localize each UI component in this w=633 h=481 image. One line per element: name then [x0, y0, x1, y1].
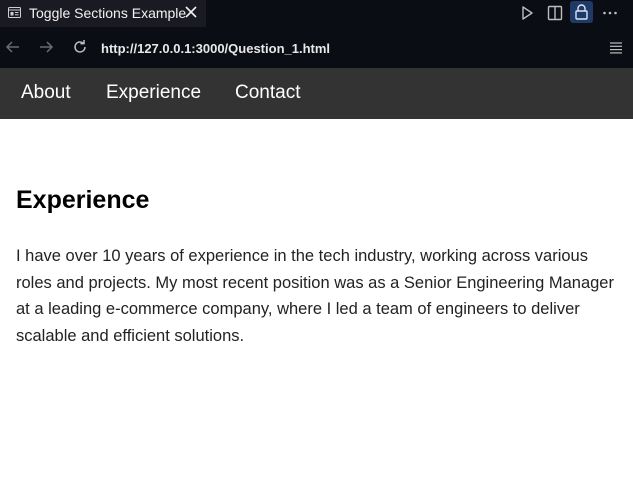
reload-icon[interactable]: [71, 38, 89, 56]
menu-icon[interactable]: [609, 41, 623, 55]
nav-link-about[interactable]: About: [21, 68, 71, 118]
split-view-icon[interactable]: [546, 4, 564, 22]
nav-link-experience[interactable]: Experience: [106, 68, 201, 118]
more-icon[interactable]: [601, 4, 619, 22]
tab-title: Toggle Sections Example: [29, 5, 187, 21]
section-title: Experience: [16, 186, 150, 214]
address-bar: http://127.0.0.1:3000/Question_1.html: [0, 27, 633, 68]
lock-icon: [575, 4, 588, 20]
lock-button[interactable]: [570, 1, 593, 23]
url-field[interactable]: http://127.0.0.1:3000/Question_1.html: [101, 27, 330, 71]
close-icon[interactable]: [184, 5, 198, 19]
back-arrow-icon[interactable]: [4, 38, 22, 56]
forward-arrow-icon[interactable]: [37, 38, 55, 56]
site-nav: About Experience Contact: [0, 68, 633, 119]
browser-tab-strip: Toggle Sections Example: [0, 0, 633, 27]
section-body: I have over 10 years of experience in th…: [16, 247, 614, 346]
browser-tab[interactable]: Toggle Sections Example: [0, 0, 206, 27]
play-icon[interactable]: [518, 4, 536, 22]
page-icon: [8, 7, 21, 18]
nav-link-contact[interactable]: Contact: [235, 68, 300, 118]
